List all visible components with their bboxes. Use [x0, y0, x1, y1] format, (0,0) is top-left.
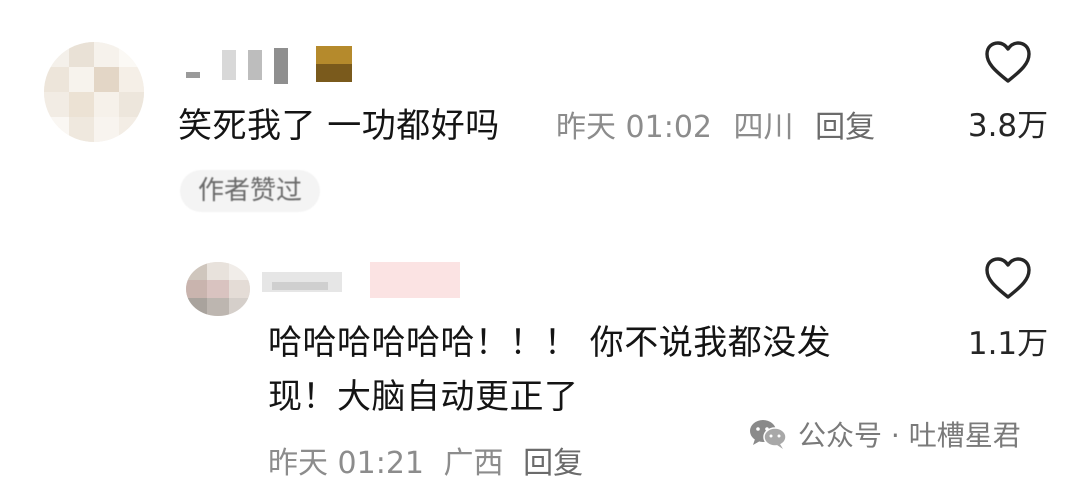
like-button[interactable] [984, 256, 1032, 304]
comment-time: 昨天 01:02 [556, 110, 712, 145]
wechat-icon [750, 420, 787, 449]
comment-location: 四川 [733, 110, 794, 145]
like-button[interactable] [984, 40, 1032, 88]
comment-meta: 昨天 01:02 四川 回复 [556, 102, 887, 146]
heart-outline-icon [985, 257, 1031, 299]
blurred-avatar-mosaic [44, 42, 144, 142]
commenter-avatar[interactable] [44, 42, 144, 142]
reply-name-blurred[interactable] [262, 262, 462, 298]
reply-button[interactable]: 回复 [815, 110, 875, 145]
watermark: 公众号 · 吐槽星君 [748, 414, 1021, 454]
watermark-text: 公众号 · 吐槽星君 [798, 419, 1021, 452]
reply-text: 哈哈哈哈哈哈！！！ 你不说我都没发现！大脑自动更正了 [268, 323, 832, 417]
blurred-avatar-mosaic [186, 262, 250, 316]
heart-outline-icon [985, 41, 1031, 83]
like-count: 3.8万 [967, 108, 1049, 144]
reply-meta: 昨天 01:21 广西 回复 [268, 438, 593, 482]
like-count: 1.1万 [967, 326, 1049, 362]
reply-avatar[interactable] [186, 262, 250, 316]
author-liked-badge: 作者赞过 [180, 170, 321, 212]
commenter-name-blurred[interactable] [186, 44, 356, 84]
comment-text: 笑死我了 一功都好吗 [178, 106, 500, 146]
